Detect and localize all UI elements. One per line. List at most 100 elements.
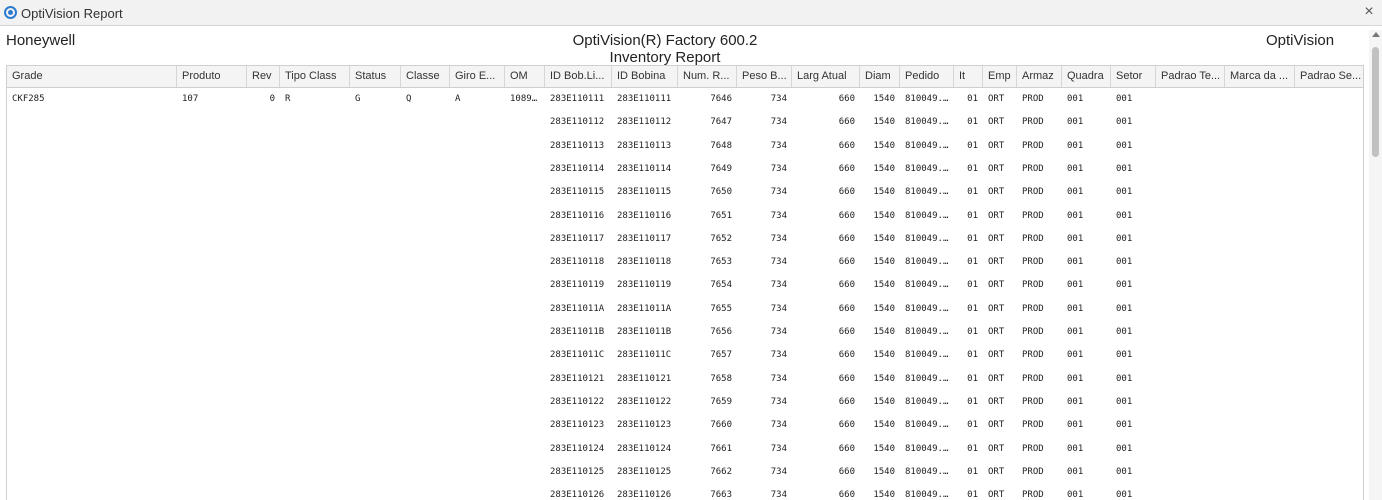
table-cell bbox=[1225, 461, 1295, 484]
table-cell bbox=[450, 461, 505, 484]
table-cell: CKF285 bbox=[12, 94, 45, 104]
table-row[interactable]: 283E110116 283E110116 7651 734 660 1540 810049… bbox=[7, 205, 1363, 228]
table-cell: PROD bbox=[1022, 420, 1044, 431]
close-button[interactable]: × bbox=[1360, 3, 1378, 21]
table-row[interactable]: 283E110125 283E110125 7662 734 660 1540 810049… bbox=[7, 461, 1363, 484]
scroll-thumb[interactable] bbox=[1372, 47, 1379, 157]
column-header[interactable]: Num. R... bbox=[678, 66, 737, 87]
table-cell bbox=[401, 461, 450, 484]
column-header[interactable]: Padrao Se... bbox=[1295, 66, 1363, 87]
table-cell: 734 bbox=[770, 466, 787, 477]
table-cell: 734 bbox=[770, 210, 787, 221]
table-row[interactable]: 283E110112 283E110112 7647 734 660 1540 810049… bbox=[7, 111, 1363, 134]
table-row[interactable]: 283E110113 283E110113 7648 734 660 1540 810049… bbox=[7, 135, 1363, 158]
table-cell bbox=[1225, 205, 1295, 228]
column-header[interactable]: Diam bbox=[860, 66, 900, 87]
table-cell bbox=[7, 251, 177, 274]
table-cell bbox=[247, 484, 280, 500]
table-cell bbox=[177, 438, 247, 461]
table-cell bbox=[505, 298, 545, 321]
table-cell: 660 bbox=[838, 163, 855, 174]
table-cell: 283E11011C bbox=[617, 350, 672, 361]
table-row[interactable]: 283E110114 283E110114 7649 734 660 1540 810049… bbox=[7, 158, 1363, 181]
table-row[interactable]: 283E110115 283E110115 7650 734 660 1540 810049… bbox=[7, 181, 1363, 204]
table-row[interactable]: 283E110124 283E110124 7661 734 660 1540 810049… bbox=[7, 438, 1363, 461]
table-row[interactable]: 283E110122 283E110122 7659 734 660 1540 810049… bbox=[7, 391, 1363, 414]
column-header[interactable]: Produto bbox=[177, 66, 247, 87]
table-row[interactable]: 283E110123 283E110123 7660 734 660 1540 810049… bbox=[7, 414, 1363, 437]
table-row[interactable]: 283E11011A 283E11011A 7655 734 660 1540 810049… bbox=[7, 298, 1363, 321]
table-row[interactable]: 283E110126 283E110126 7663 734 660 1540 810049… bbox=[7, 484, 1363, 500]
table-cell: 001 bbox=[1067, 94, 1084, 104]
table-cell: 01 bbox=[967, 420, 978, 431]
table-row[interactable]: 283E11011B 283E11011B 7656 734 660 1540 810049… bbox=[7, 321, 1363, 344]
column-header[interactable]: Classe bbox=[401, 66, 450, 87]
table-cell: PROD bbox=[1022, 94, 1044, 104]
table-cell: PROD bbox=[1022, 117, 1044, 128]
table-cell bbox=[505, 461, 545, 484]
column-header[interactable]: ID Bobina bbox=[612, 66, 678, 87]
column-header[interactable]: Setor bbox=[1111, 66, 1156, 87]
table-cell: 810049... bbox=[905, 443, 954, 454]
scroll-up-arrow-icon[interactable] bbox=[1372, 32, 1380, 37]
table-cell: 001 bbox=[1116, 350, 1133, 361]
table-cell: 7654 bbox=[710, 280, 732, 291]
column-header[interactable]: Peso B... bbox=[737, 66, 792, 87]
table-cell bbox=[280, 205, 350, 228]
column-header[interactable]: Pedido bbox=[900, 66, 954, 87]
table-cell bbox=[7, 205, 177, 228]
table-row[interactable]: 283E11011C 283E11011C 7657 734 660 1540 810049… bbox=[7, 344, 1363, 367]
table-cell bbox=[177, 344, 247, 367]
column-header[interactable]: Larg Atual bbox=[792, 66, 860, 87]
column-header[interactable]: OM bbox=[505, 66, 545, 87]
table-cell: 01 bbox=[967, 257, 978, 268]
table-cell: 283E110114 bbox=[617, 163, 672, 174]
vertical-scrollbar[interactable] bbox=[1369, 30, 1382, 500]
table-cell: 283E110118 bbox=[617, 257, 672, 268]
table-cell bbox=[1225, 484, 1295, 500]
table-cell: PROD bbox=[1022, 163, 1044, 174]
table-cell bbox=[7, 368, 177, 391]
table-cell: 001 bbox=[1067, 187, 1084, 198]
table-row[interactable]: 283E110118 283E110118 7653 734 660 1540 810049… bbox=[7, 251, 1363, 274]
table-cell bbox=[350, 321, 401, 344]
table-cell: 1540 bbox=[873, 466, 895, 477]
column-header[interactable]: Grade bbox=[7, 66, 177, 87]
column-header[interactable]: Padrao Te... bbox=[1156, 66, 1225, 87]
table-row[interactable]: 283E110119 283E110119 7654 734 660 1540 810049… bbox=[7, 274, 1363, 297]
table-cell bbox=[401, 181, 450, 204]
table-cell: 001 bbox=[1116, 303, 1133, 314]
table-cell: 001 bbox=[1116, 94, 1133, 104]
column-header[interactable]: Armaz bbox=[1017, 66, 1062, 87]
table-cell: 283E110125 bbox=[550, 466, 605, 477]
table-cell bbox=[350, 158, 401, 181]
table-row[interactable]: CKF285 107 0 R G Q A 1089... 283E110111 283E11011… bbox=[7, 88, 1363, 111]
table-cell: 1540 bbox=[873, 163, 895, 174]
table-cell: 7656 bbox=[710, 327, 732, 337]
table-cell: 283E110111 bbox=[617, 94, 672, 104]
table-cell: 1540 bbox=[873, 94, 895, 104]
table-cell: 7662 bbox=[710, 466, 732, 477]
column-header[interactable]: Giro E... bbox=[450, 66, 505, 87]
column-header[interactable]: Marca da ... bbox=[1225, 66, 1295, 87]
column-header[interactable]: Status bbox=[350, 66, 401, 87]
table-cell bbox=[450, 368, 505, 391]
column-header[interactable]: Rev bbox=[247, 66, 280, 87]
table-cell bbox=[350, 391, 401, 414]
table-cell bbox=[401, 205, 450, 228]
table-cell: PROD bbox=[1022, 233, 1044, 244]
table-cell bbox=[7, 344, 177, 367]
column-header[interactable]: Emp bbox=[983, 66, 1017, 87]
table-row[interactable]: 283E110117 283E110117 7652 734 660 1540 810049… bbox=[7, 228, 1363, 251]
column-header[interactable]: ID Bob.Li... bbox=[545, 66, 612, 87]
column-header[interactable]: It bbox=[954, 66, 983, 87]
table-cell: 1540 bbox=[873, 443, 895, 454]
table-cell: 283E11011A bbox=[617, 303, 672, 314]
table-cell bbox=[450, 181, 505, 204]
column-header[interactable]: Tipo Class bbox=[280, 66, 350, 87]
table-cell bbox=[280, 251, 350, 274]
column-header[interactable]: Quadra bbox=[1062, 66, 1111, 87]
table-cell: 734 bbox=[770, 327, 787, 337]
table-cell: 01 bbox=[967, 303, 978, 314]
table-row[interactable]: 283E110121 283E110121 7658 734 660 1540 810049… bbox=[7, 368, 1363, 391]
